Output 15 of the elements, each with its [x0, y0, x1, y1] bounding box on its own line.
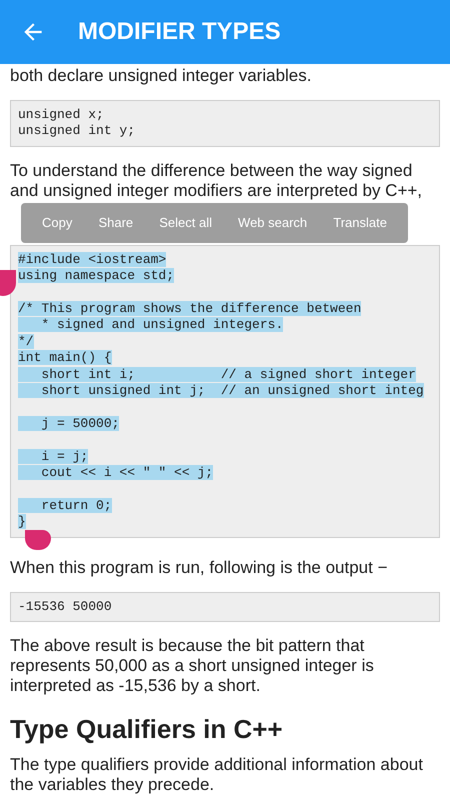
body-text: When this program is run, following is the output −	[10, 558, 388, 578]
menu-item[interactable]: Translate	[331, 211, 389, 234]
selection-handle[interactable]	[25, 530, 51, 550]
menu-item[interactable]: Web search	[236, 211, 310, 234]
body-text: To understand the difference between the way signed and unsigned integer modifiers are interpreted by C++,	[10, 160, 424, 201]
menu-item[interactable]: Copy	[40, 211, 74, 234]
code-block: unsigned x; unsigned int y;	[10, 100, 440, 147]
body-text: both declare unsigned integer variables.	[10, 66, 312, 86]
screen-title: MODIFIER TYPES	[78, 18, 281, 46]
body-text: The type qualifiers provide additional information about the variables they precede.	[10, 755, 424, 796]
menu-item[interactable]: Select all	[157, 211, 214, 234]
code-block: -15536 50000	[10, 592, 440, 622]
body-text: The above result is because the bit pattern that represents 50,000 as a short unsigned integer is interpreted as -15,536 by a short.	[10, 636, 375, 696]
menu-item[interactable]: Share	[96, 211, 136, 234]
section-heading: Type Qualifiers in C++	[10, 714, 284, 746]
